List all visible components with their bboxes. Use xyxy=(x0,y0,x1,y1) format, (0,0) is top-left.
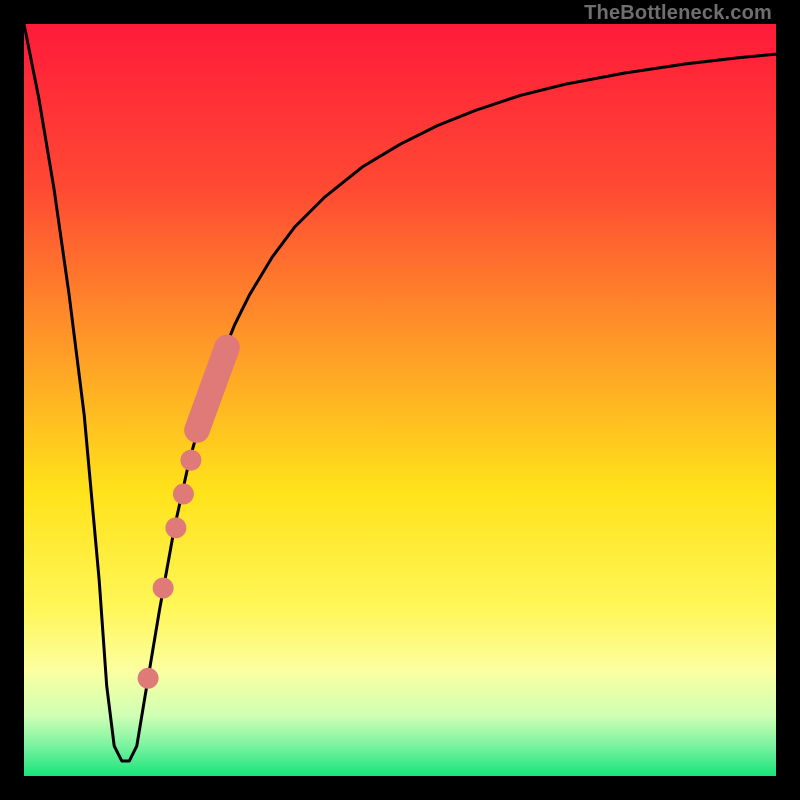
bottleneck-curve xyxy=(24,24,776,761)
chart-svg xyxy=(24,24,776,776)
marker-pill xyxy=(197,347,227,430)
marker-point xyxy=(180,450,201,471)
plot-area xyxy=(24,24,776,776)
marker-point xyxy=(153,578,174,599)
marker-point xyxy=(138,668,159,689)
marker-point xyxy=(173,484,194,505)
attribution-label: TheBottleneck.com xyxy=(584,2,772,25)
chart-frame: TheBottleneck.com xyxy=(0,0,800,800)
marker-point xyxy=(165,517,186,538)
